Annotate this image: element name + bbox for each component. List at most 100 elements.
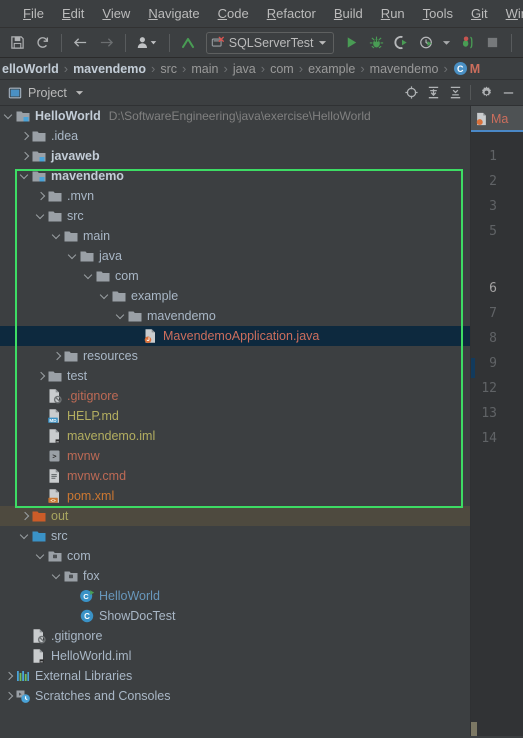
chevron-right-icon[interactable] xyxy=(20,151,31,162)
chevron-right-icon[interactable] xyxy=(36,371,47,382)
tree-row[interactable]: com xyxy=(0,546,470,566)
editor-tab[interactable]: Ma xyxy=(471,106,523,132)
breadcrumb-item-java[interactable]: java xyxy=(231,62,258,76)
tree-row[interactable]: HelloWorld D:\SoftwareEngineering\java\ex… xyxy=(0,106,470,126)
tree-row[interactable]: .mvn xyxy=(0,186,470,206)
chevron-down-icon[interactable] xyxy=(52,231,63,242)
tree-row[interactable]: C HelloWorld xyxy=(0,586,470,606)
stop-icon[interactable] xyxy=(481,31,504,55)
menu-item-tools[interactable]: Tools xyxy=(414,4,462,23)
tree-row[interactable]: External Libraries xyxy=(0,666,470,686)
folder-icon xyxy=(47,188,63,204)
tree-row[interactable]: Scratches and Consoles xyxy=(0,686,470,706)
run-configuration-selector[interactable]: SQLServerTest xyxy=(205,31,334,54)
crosshair-icon[interactable] xyxy=(400,82,422,104)
line-number: 8 xyxy=(489,331,497,346)
breadcrumb-item-mavendemo[interactable]: mavendemo xyxy=(368,62,441,76)
play-icon[interactable] xyxy=(340,31,363,55)
tree-row[interactable]: javaweb xyxy=(0,146,470,166)
tree-row[interactable]: <> pom.xml xyxy=(0,486,470,506)
tree-row-selected[interactable]: MavendemoApplication.java xyxy=(0,326,470,346)
chevron-down-icon[interactable] xyxy=(318,38,327,47)
commit-arrow-icon[interactable] xyxy=(177,31,200,55)
project-tree[interactable]: HelloWorld D:\SoftwareEngineering\java\ex… xyxy=(0,106,470,736)
breadcrumb-class-name[interactable]: M xyxy=(470,62,480,76)
chevron-down-icon[interactable] xyxy=(68,251,79,262)
chevron-down-icon[interactable] xyxy=(100,291,111,302)
run-config-icon xyxy=(211,36,225,50)
chevron-down-icon[interactable] xyxy=(20,171,31,182)
user-icon[interactable] xyxy=(133,31,162,55)
gear-icon[interactable] xyxy=(475,82,497,104)
chevron-right-icon[interactable] xyxy=(20,511,31,522)
chevron-down-icon[interactable] xyxy=(4,111,15,122)
tree-row[interactable]: example xyxy=(0,286,470,306)
folder-icon xyxy=(127,308,143,324)
menu-item-git[interactable]: Git xyxy=(462,4,497,23)
tree-row[interactable]: MD HELP.md xyxy=(0,406,470,426)
tree-row[interactable]: fox xyxy=(0,566,470,586)
tree-row[interactable]: java xyxy=(0,246,470,266)
menu-item-edit[interactable]: Edit xyxy=(53,4,93,23)
tree-row[interactable]: .gitignore xyxy=(0,386,470,406)
tree-row[interactable]: .idea xyxy=(0,126,470,146)
menu-item-file[interactable]: File xyxy=(14,4,53,23)
tree-row[interactable]: src xyxy=(0,526,470,546)
tree-row[interactable]: test xyxy=(0,366,470,386)
bug-icon[interactable] xyxy=(365,31,388,55)
refresh-icon[interactable] xyxy=(31,31,54,55)
tree-row[interactable]: resources xyxy=(0,346,470,366)
editor-gutter[interactable]: 1 2 3 5 6 7 8 9 12 13 14 xyxy=(471,132,523,736)
chevron-down-icon[interactable] xyxy=(116,311,127,322)
tree-row[interactable]: > mvnw xyxy=(0,446,470,466)
coverage-icon[interactable] xyxy=(390,31,413,55)
tree-row[interactable]: main xyxy=(0,226,470,246)
chevron-down-icon[interactable] xyxy=(52,571,63,582)
attach-debug-icon[interactable] xyxy=(456,31,479,55)
expand-all-icon[interactable] xyxy=(422,82,444,104)
chevron-down-icon[interactable] xyxy=(36,551,47,562)
chevron-right-icon[interactable] xyxy=(4,671,15,682)
tree-row[interactable]: com xyxy=(0,266,470,286)
minimize-icon[interactable] xyxy=(497,82,519,104)
tree-row[interactable]: .gitignore xyxy=(0,626,470,646)
collapse-all-icon[interactable] xyxy=(444,82,466,104)
breadcrumb-item-main[interactable]: main xyxy=(189,62,220,76)
menu-item-run[interactable]: Run xyxy=(372,4,414,23)
chevron-down-icon[interactable] xyxy=(440,31,454,55)
chevron-down-icon[interactable] xyxy=(75,88,84,97)
breadcrumb-item-elloworld[interactable]: elloWorld xyxy=(0,62,61,76)
breadcrumb-item-mavendemo[interactable]: mavendemo xyxy=(71,62,148,76)
menu-item-code[interactable]: Code xyxy=(209,4,258,23)
breadcrumb[interactable]: elloWorld › mavendemo › src › main › java › com › ex… xyxy=(0,58,523,80)
chevron-down-icon[interactable] xyxy=(20,531,31,542)
chevron-right-icon[interactable] xyxy=(4,691,15,702)
profiler-icon[interactable] xyxy=(415,31,438,55)
save-icon[interactable] xyxy=(6,31,29,55)
tree-row[interactable]: HelloWorld.iml xyxy=(0,646,470,666)
chevron-right-icon[interactable] xyxy=(52,351,63,362)
tree-row[interactable]: src xyxy=(0,206,470,226)
arrow-left-icon[interactable] xyxy=(69,31,92,55)
menu-item-build[interactable]: Build xyxy=(325,4,372,23)
tree-row[interactable]: mvnw.cmd xyxy=(0,466,470,486)
menu-item-view[interactable]: View xyxy=(93,4,139,23)
breadcrumb-item-src[interactable]: src xyxy=(158,62,179,76)
chevron-right-icon[interactable] xyxy=(36,191,47,202)
tree-row-label: javaweb xyxy=(51,149,100,163)
menu-item-window[interactable]: Window xyxy=(497,4,523,23)
tree-row[interactable]: mavendemo xyxy=(0,306,470,326)
breadcrumb-item-example[interactable]: example xyxy=(306,62,357,76)
tree-row[interactable]: mavendemo.iml xyxy=(0,426,470,446)
tree-row[interactable]: out xyxy=(0,506,470,526)
tree-row[interactable]: mavendemo xyxy=(0,166,470,186)
chevron-down-icon[interactable] xyxy=(84,271,95,282)
chevron-down-icon[interactable] xyxy=(36,211,47,222)
tree-row[interactable]: C ShowDocTest xyxy=(0,606,470,626)
menu-item-navigate[interactable]: Navigate xyxy=(139,4,208,23)
chevron-right-icon[interactable] xyxy=(20,131,31,142)
breadcrumb-item-com[interactable]: com xyxy=(268,62,296,76)
arrow-right-icon[interactable] xyxy=(94,31,117,55)
menu-item-refactor[interactable]: Refactor xyxy=(258,4,325,23)
